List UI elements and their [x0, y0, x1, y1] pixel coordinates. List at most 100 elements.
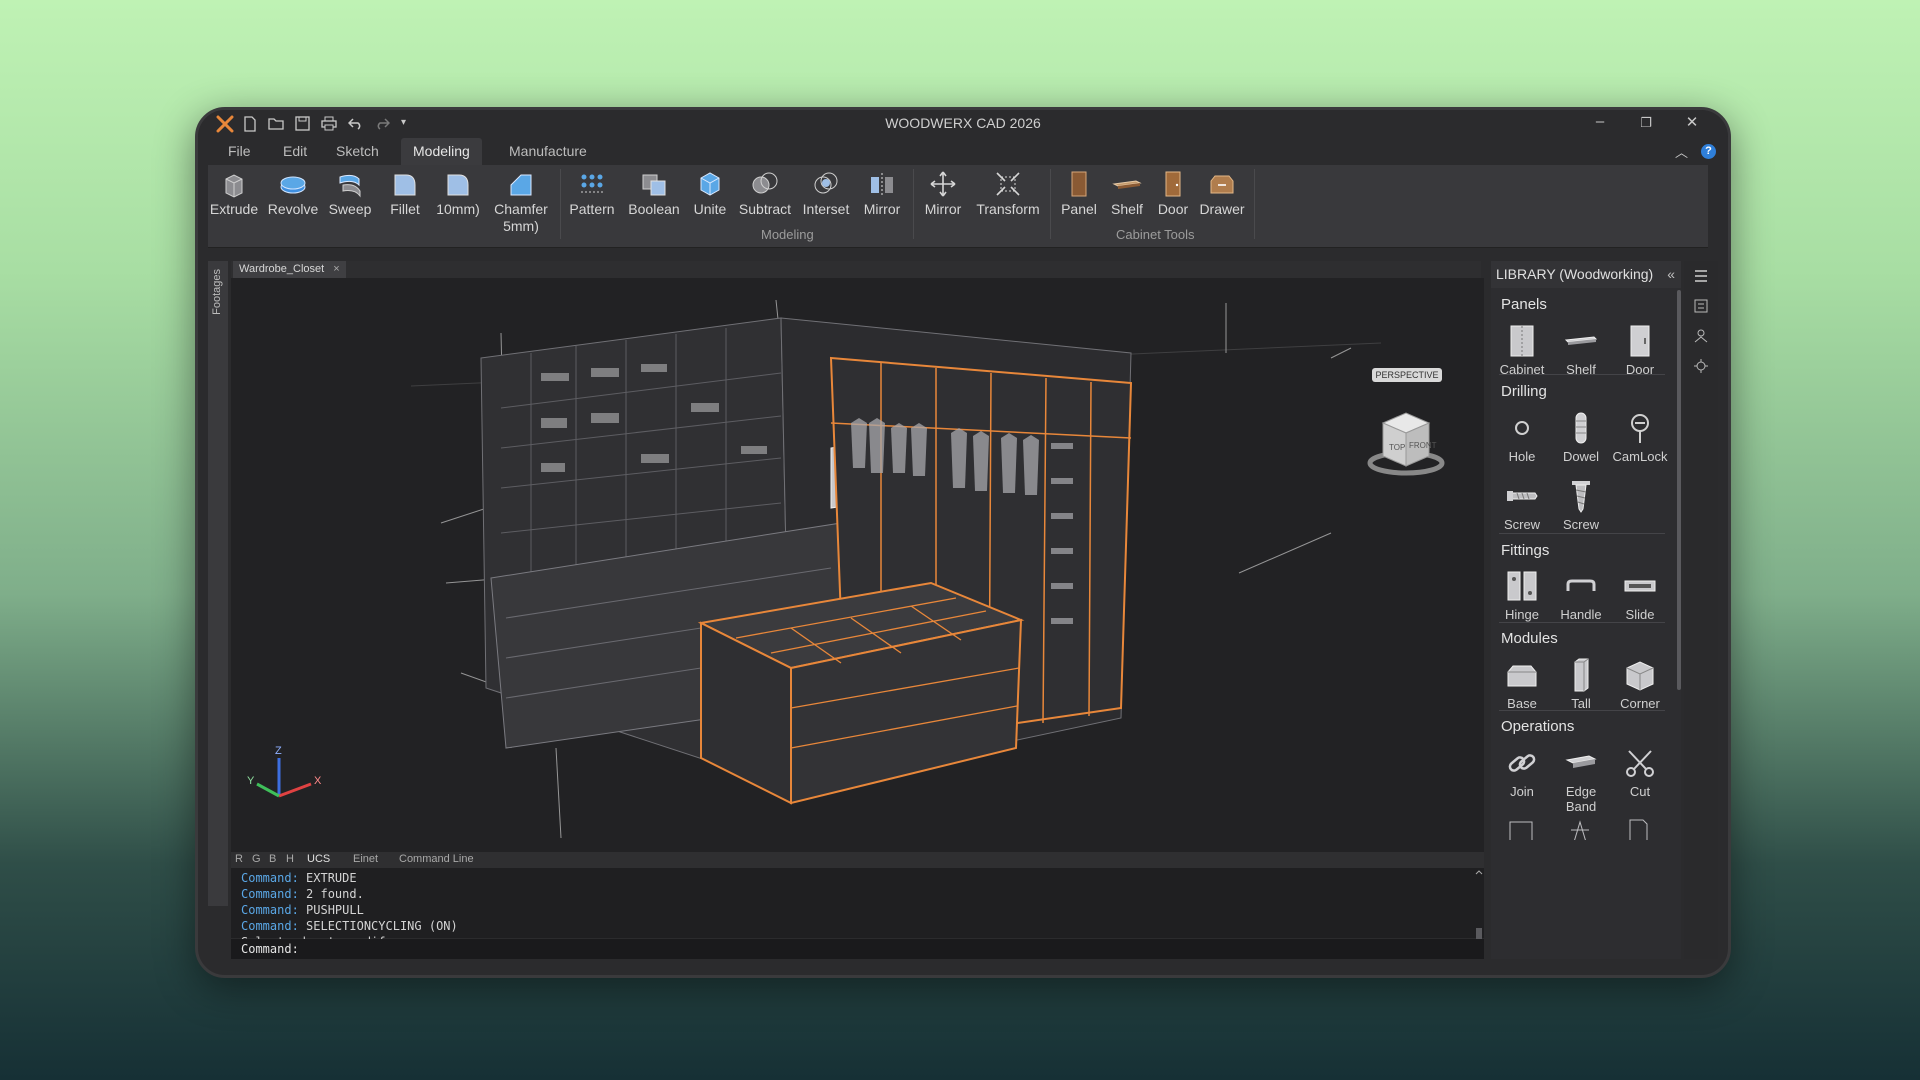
sweep-label: Sweep	[328, 201, 372, 217]
library-item-edge-band[interactable]: Edge Band	[1550, 746, 1612, 814]
ribbon-separator	[1254, 169, 1255, 239]
section-operations-title: Operations	[1501, 718, 1575, 735]
command-history-line: Command: 2 found.	[241, 887, 364, 901]
door-button[interactable]: Door	[1153, 169, 1193, 218]
3d-viewport[interactable]: Z X Y TOP FRONT PERSPECTIVE	[231, 278, 1484, 852]
library-item-camlock[interactable]: CamLock	[1609, 411, 1671, 464]
subtract-button[interactable]: Subtract	[736, 169, 794, 218]
transform-button[interactable]: Transform	[973, 169, 1043, 218]
shelf-label: Shelf	[1111, 201, 1143, 217]
library-separator	[1499, 533, 1665, 534]
window-title: WOODWERX CAD 2026	[885, 115, 1041, 131]
mirror-button[interactable]: Mirror	[858, 169, 906, 218]
corner-module-icon	[1626, 661, 1654, 691]
section-modules-title: Modules	[1501, 630, 1558, 647]
move-icon	[930, 171, 956, 197]
transform-label: Transform	[976, 201, 1040, 217]
command-history-line: Command: SELECTIONCYCLING (ON)	[241, 919, 458, 933]
menu-sketch[interactable]: Sketch	[324, 138, 391, 165]
command-input[interactable]: Command:	[231, 939, 1484, 959]
cut-icon	[1626, 750, 1654, 777]
library-item-slide[interactable]: Slide	[1609, 569, 1671, 622]
extrude-button[interactable]: Extrude	[208, 169, 260, 218]
library-item-join[interactable]: Join	[1491, 746, 1553, 799]
chamfer-button[interactable]: Chamfer 5mm)	[491, 169, 551, 235]
help-icon[interactable]: ?	[1701, 144, 1716, 159]
settings-icon[interactable]	[1692, 357, 1710, 375]
tab-einet[interactable]: Einet	[353, 853, 378, 865]
ribbon-separator	[560, 169, 561, 239]
restore-button[interactable]: ❐	[1634, 115, 1658, 131]
boolean-icon	[642, 174, 666, 196]
library-item-hinge[interactable]: Hinge	[1491, 569, 1553, 622]
library-item-screw[interactable]: Screw	[1491, 479, 1553, 532]
tab-command-line[interactable]: Command Line	[399, 853, 474, 865]
drawer-button[interactable]: Drawer	[1196, 169, 1248, 218]
menu-bar: File Edit Sketch Modeling Manufacture ︿ …	[198, 138, 1728, 165]
subtract-icon	[752, 172, 778, 194]
library-scrollbar-thumb[interactable]	[1677, 290, 1681, 690]
viewcube-top-label: TOP	[1389, 443, 1405, 452]
close-button[interactable]: ✕	[1680, 113, 1704, 131]
sweep-button[interactable]: Sweep	[325, 169, 375, 218]
viewcube[interactable]: TOP FRONT	[1367, 412, 1445, 476]
command-prompt-label: Command:	[241, 942, 299, 956]
axis-z-label: Z	[275, 745, 282, 757]
library-item-dowel[interactable]: Dowel	[1550, 411, 1612, 464]
mirror-icon	[871, 173, 893, 197]
fillet-button[interactable]: Fillet	[383, 169, 427, 218]
tab-label: Wardrobe_Closet	[239, 263, 325, 275]
shelf-button[interactable]: Shelf	[1104, 169, 1150, 218]
library-separator	[1499, 374, 1665, 375]
library-panel: LIBRARY (Woodworking) « Panels Cabinet S…	[1491, 261, 1681, 959]
menu-file[interactable]: File	[216, 138, 263, 165]
ribbon-collapse-icon[interactable]: ︿	[1675, 142, 1688, 161]
boolean-button[interactable]: Boolean	[626, 169, 682, 218]
library-item-hole[interactable]: Hole	[1491, 411, 1553, 464]
screw-icon	[1507, 491, 1538, 501]
command-history-line: Command: PUSHPULL	[241, 903, 364, 917]
library-item-base[interactable]: Base	[1491, 658, 1553, 711]
section-drilling-title: Drilling	[1501, 383, 1547, 400]
library-item-tall[interactable]: Tall	[1550, 658, 1612, 711]
layers-icon[interactable]	[1692, 327, 1710, 345]
library-item-cabinet[interactable]: Cabinet	[1491, 324, 1553, 377]
tab-g[interactable]: G	[252, 853, 261, 865]
fillet-10mm-button[interactable]: 10mm)	[433, 169, 483, 218]
tab-wardrobe-closet[interactable]: Wardrobe_Closet ×	[233, 261, 346, 278]
perspective-mode-label[interactable]: PERSPECTIVE	[1372, 368, 1442, 382]
library-item-corner[interactable]: Corner	[1609, 658, 1671, 711]
menu-manufacture[interactable]: Manufacture	[497, 138, 599, 165]
library-item-screw-vertical[interactable]: Screw	[1550, 479, 1612, 532]
revolve-button[interactable]: Revolve	[265, 169, 321, 218]
panel-button[interactable]: Panel	[1056, 169, 1102, 218]
library-item-door[interactable]: Door	[1609, 324, 1671, 377]
minimize-button[interactable]: –	[1588, 113, 1612, 130]
intersect-button[interactable]: Interset	[798, 169, 854, 218]
shelf-icon	[1112, 180, 1142, 189]
menu-edit[interactable]: Edit	[271, 138, 319, 165]
tab-b[interactable]: B	[269, 853, 276, 865]
command-tabs: R G B H UCS Einet Command Line	[231, 852, 1484, 868]
library-item-handle[interactable]: Handle	[1550, 569, 1612, 622]
collapse-icon[interactable]: «	[1667, 261, 1675, 288]
close-icon[interactable]: ×	[333, 263, 339, 275]
tab-ucs[interactable]: UCS	[307, 853, 330, 865]
tab-r[interactable]: R	[235, 853, 243, 865]
library-separator	[1499, 710, 1665, 711]
subtract-label: Subtract	[738, 201, 792, 217]
move-mirror-button[interactable]: Mirror	[918, 169, 968, 218]
fillet-label: Fillet	[390, 201, 420, 217]
library-scrollbar[interactable]	[1677, 290, 1681, 830]
library-item-cut[interactable]: Cut	[1609, 746, 1671, 799]
menu-modeling[interactable]: Modeling	[401, 138, 482, 165]
pattern-button[interactable]: Pattern	[565, 169, 619, 218]
pattern-label: Pattern	[569, 201, 615, 217]
left-side-strip[interactable]: Footages	[208, 261, 228, 906]
unite-button[interactable]: Unite	[688, 169, 732, 218]
list-view-icon[interactable]	[1692, 267, 1710, 285]
shelf-icon	[1564, 336, 1598, 345]
library-item-shelf[interactable]: Shelf	[1550, 324, 1612, 377]
properties-icon[interactable]	[1692, 297, 1710, 315]
tab-h[interactable]: H	[286, 853, 294, 865]
